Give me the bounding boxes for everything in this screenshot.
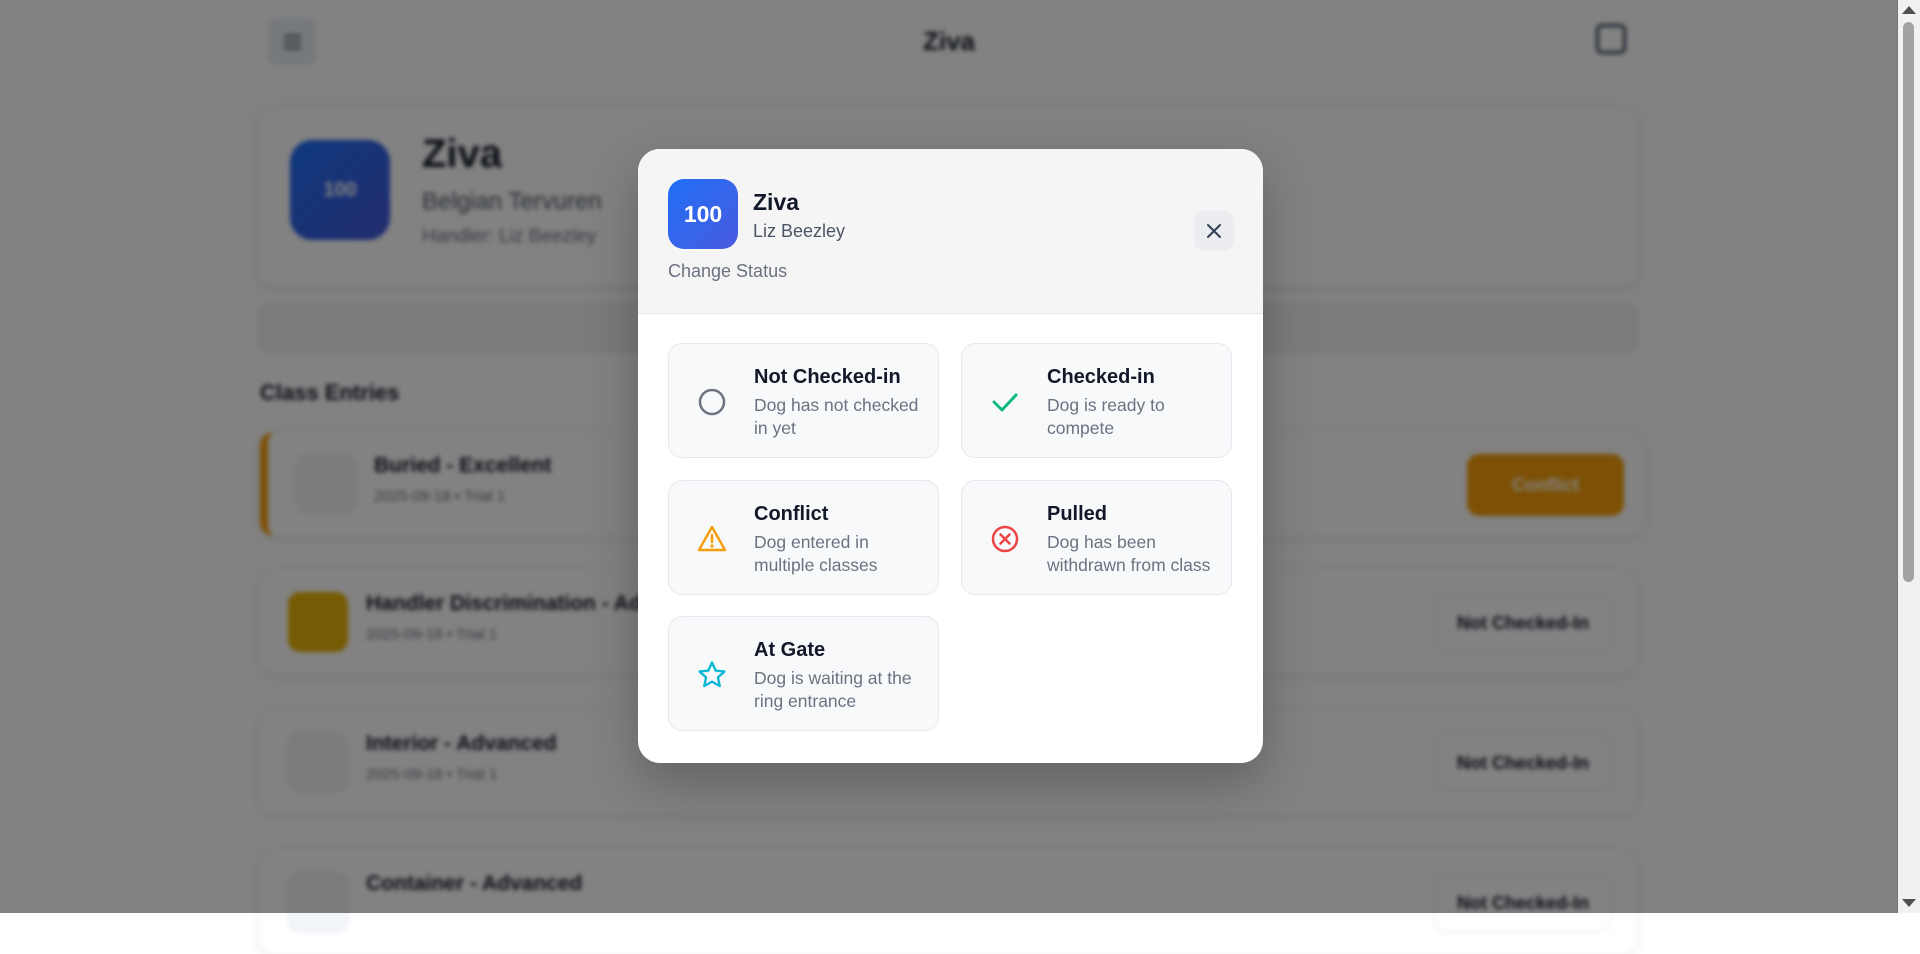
dog-number-badge: 100 bbox=[668, 179, 738, 249]
status-option-not-checked-in[interactable]: Not Checked-in Dog has not checked in ye… bbox=[668, 343, 939, 458]
close-button[interactable] bbox=[1194, 211, 1234, 251]
status-option-checked-in[interactable]: Checked-in Dog is ready to compete bbox=[961, 343, 1232, 458]
circle-icon bbox=[698, 388, 726, 416]
option-description: Dog entered in multiple classes bbox=[754, 532, 878, 575]
option-description: Dog has not checked in yet bbox=[754, 395, 919, 438]
option-description: Dog is ready to compete bbox=[1047, 395, 1165, 438]
option-title: Conflict bbox=[754, 503, 829, 525]
status-option-at-gate[interactable]: At Gate Dog is waiting at the ring entra… bbox=[668, 616, 939, 731]
option-title: Pulled bbox=[1047, 503, 1108, 525]
checkmark-icon bbox=[992, 393, 1018, 412]
dialog-header: 100 Ziva Liz Beezley Change Status bbox=[638, 149, 1263, 314]
dialog-subtitle: Change Status bbox=[668, 261, 788, 281]
change-status-dialog: 100 Ziva Liz Beezley Change Status Not C… bbox=[638, 149, 1263, 763]
option-title: Not Checked-in bbox=[754, 366, 901, 388]
x-circle-icon bbox=[991, 525, 1019, 553]
option-title: At Gate bbox=[754, 639, 826, 661]
status-option-pulled[interactable]: Pulled Dog has been withdrawn from class bbox=[961, 480, 1232, 595]
warning-icon bbox=[697, 525, 727, 552]
scroll-thumb[interactable] bbox=[1903, 22, 1914, 582]
close-icon bbox=[1207, 224, 1221, 238]
dialog-dog-name: Ziva bbox=[753, 189, 800, 215]
option-description: Dog has been withdrawn from class bbox=[1047, 532, 1211, 575]
star-icon bbox=[698, 661, 726, 688]
status-option-conflict[interactable]: Conflict Dog entered in multiple classes bbox=[668, 480, 939, 595]
option-description: Dog is waiting at the ring entrance bbox=[754, 668, 912, 711]
scrollbar[interactable] bbox=[1897, 0, 1920, 913]
scroll-up-arrow[interactable] bbox=[1902, 6, 1916, 14]
dialog-handler-name: Liz Beezley bbox=[753, 221, 846, 241]
scroll-down-arrow[interactable] bbox=[1902, 899, 1916, 907]
option-title: Checked-in bbox=[1047, 366, 1155, 388]
